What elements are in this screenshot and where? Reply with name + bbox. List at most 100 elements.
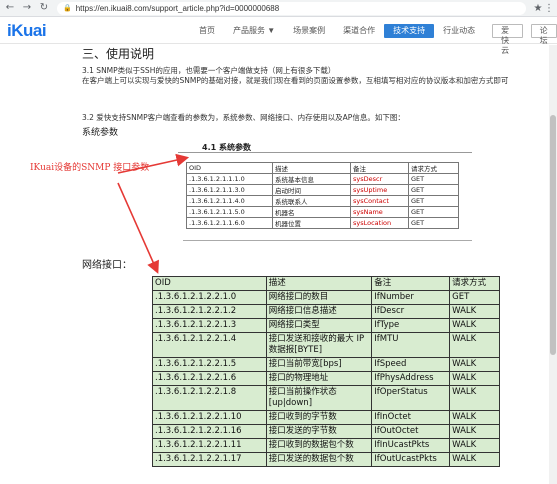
table-cell: WALK: [449, 371, 500, 386]
nav-item[interactable]: 技术支持: [384, 24, 435, 38]
doc-bottom-divider: [183, 240, 472, 241]
table-cell: 描述: [272, 162, 351, 174]
table-cell: .1.3.6.1.2.1.1.4.0: [186, 195, 273, 207]
article-content: 三、使用说明 3.1 SNMP类似于SSH的应用，也需要一个客户端做支持（网上有…: [0, 45, 557, 484]
table-row: .1.3.6.1.2.1.1.3.0 启动时间 sysUptime GET: [186, 184, 459, 196]
table-cell: .1.3.6.1.2.1.2.2.1.4: [152, 332, 267, 358]
paragraph-3-1-detail: 在客户端上可以实现与爱快的SNMP的基础对接，就是我们现在看到的页面设置参数，互…: [82, 76, 509, 85]
table-cell: IfInUcastPkts: [371, 438, 451, 453]
bookmark-star-icon[interactable]: ★: [532, 3, 544, 14]
nav-item[interactable]: 行业动态: [434, 24, 484, 38]
table-cell: .1.3.6.1.2.1.1.5.0: [186, 206, 273, 218]
page-scrollbar[interactable]: [549, 45, 557, 484]
table-row: .1.3.6.1.2.1.2.2.1.3 网络接口类型 IfType WALK: [152, 318, 500, 333]
forum-button[interactable]: 论坛: [530, 24, 557, 45]
table-cell: 备注: [350, 162, 409, 174]
table-cell: .1.3.6.1.2.1.2.2.1.5: [152, 357, 267, 372]
table-cell: .1.3.6.1.2.1.2.2.1.6: [152, 371, 267, 386]
table-cell: .1.3.6.1.2.1.1.3.0: [186, 184, 273, 196]
table-cell: WALK: [449, 452, 500, 467]
table-cell: 接口的物理地址: [265, 371, 373, 386]
table-cell: GET: [449, 290, 500, 305]
url-text: https://en.ikuai8.com/support_article.ph…: [75, 3, 280, 13]
table-cell: .1.3.6.1.2.1.2.2.1.0: [152, 290, 267, 305]
table-row: .1.3.6.1.2.1.2.2.1.0 网络接口的数目 IfNumber GET: [152, 290, 500, 305]
table-cell: .1.3.6.1.2.1.2.2.1.2: [152, 304, 267, 319]
nav-item[interactable]: 场景案例: [284, 24, 334, 38]
table-cell: IfInOctet: [371, 410, 451, 425]
scrollbar-thumb[interactable]: [550, 115, 556, 355]
table-cell: 备注: [371, 276, 451, 291]
table-row: .1.3.6.1.2.1.2.2.1.8 接口当前操作状态[up|down] IfO…: [152, 385, 500, 411]
reload-icon[interactable]: ↻: [37, 1, 51, 15]
table-cell: 机器位置: [272, 217, 351, 229]
nav-item[interactable]: 渠道合作: [334, 24, 384, 38]
table-row: .1.3.6.1.2.1.1.4.0 系统联系人 sysContact GET: [186, 195, 459, 207]
annotation-text: IKuai设备的SNMP 接口参数: [30, 163, 150, 173]
table-cell: 接口当前带宽[bps]: [265, 357, 373, 372]
table-cell: sysName: [350, 206, 409, 218]
table-cell: WALK: [449, 318, 500, 333]
table-cell: 接口发送的字节数: [265, 424, 373, 439]
table-cell: IfOutUcastPkts: [371, 452, 451, 467]
table-cell: IfType: [371, 318, 451, 333]
network-interface-table: OID 描述 备注 请求方式 .1.3.6.1.2.1.2.2.1.0 网络接口的数目 If…: [152, 276, 500, 467]
table-cell: 请求方式: [449, 276, 500, 291]
table-cell: GET: [408, 173, 459, 185]
site-logo[interactable]: iKuai: [7, 21, 47, 41]
table-cell: .1.3.6.1.2.1.1.6.0: [186, 217, 273, 229]
table-cell: 机器名: [272, 206, 351, 218]
table-cell: 接口收到的数据包个数: [265, 438, 373, 453]
network-interface-table-wrap: OID 描述 备注 请求方式 .1.3.6.1.2.1.2.2.1.0 网络接口的数目 If…: [152, 276, 500, 484]
table-cell: 接口发送和接收的最大 IP 数据报[BYTE]: [265, 332, 373, 358]
table-cell: .1.3.6.1.2.1.1.1.0: [186, 173, 273, 185]
table-row: .1.3.6.1.2.1.2.2.1.6 接口的物理地址 IfPhysAddress…: [152, 371, 500, 386]
table-cell: OID: [152, 276, 267, 291]
table-cell: .1.3.6.1.2.1.2.2.1.17: [152, 452, 267, 467]
table-cell: GET: [408, 195, 459, 207]
table-cell: IfPhysAddress: [371, 371, 451, 386]
table-cell: WALK: [449, 385, 500, 411]
table-cell: IfOutOctet: [371, 424, 451, 439]
table-cell: .1.3.6.1.2.1.2.2.1.8: [152, 385, 267, 411]
table-cell: GET: [408, 184, 459, 196]
table-cell: 接口当前操作状态[up|down]: [265, 385, 373, 411]
table-cell: sysLocation: [350, 217, 409, 229]
forward-icon[interactable]: →: [20, 1, 34, 15]
table-row: .1.3.6.1.2.1.2.2.1.11 接口收到的数据包个数 IfInUcast…: [152, 438, 500, 453]
table-cell: .1.3.6.1.2.1.2.2.1.3: [152, 318, 267, 333]
table-cell: 接口收到的字节数: [265, 410, 373, 425]
table-cell: 网络接口类型: [265, 318, 373, 333]
address-bar[interactable]: 🔒 https://en.ikuai8.com/support_article.…: [57, 1, 526, 15]
table-cell: sysUptime: [350, 184, 409, 196]
system-params-image: 4.1 系统参数 OID 描述 备注 请求方式 .1.3.6.1.2.1.1.1.0 系统…: [178, 140, 472, 248]
table-cell: 描述: [265, 276, 373, 291]
nav-item[interactable]: 产品服务 ▼: [224, 24, 284, 38]
table-cell: OID: [186, 162, 273, 174]
table-cell: IfOperStatus: [371, 385, 451, 411]
table-row: .1.3.6.1.2.1.1.1.0 系统基本信息 sysDescr GET: [186, 173, 459, 185]
table-cell: 系统基本信息: [272, 173, 351, 185]
table-cell: IfMTU: [371, 332, 451, 358]
table-row: .1.3.6.1.2.1.2.2.1.2 网络接口信息描述 IfDescr WALK: [152, 304, 500, 319]
table-cell: WALK: [449, 332, 500, 358]
table-header-row: OID 描述 备注 请求方式: [152, 276, 500, 291]
nav-item[interactable]: 首页: [190, 24, 224, 38]
ikuai-cloud-button[interactable]: 爱快云: [492, 24, 523, 55]
back-icon[interactable]: ←: [3, 1, 17, 15]
table-cell: WALK: [449, 438, 500, 453]
doc-divider: [178, 152, 472, 153]
table-row: .1.3.6.1.2.1.2.2.1.10 接口收到的字节数 IfInOctet WA…: [152, 410, 500, 425]
network-interface-label: 网络接口：: [82, 260, 132, 271]
table-cell: IfDescr: [371, 304, 451, 319]
table-cell: sysDescr: [350, 173, 409, 185]
paragraph-3-2: 3.2 爱快支持SNMP客户端查看的参数为，系统参数、网络接口、内存使用以及AP…: [82, 113, 405, 122]
section-title: 三、使用说明: [82, 47, 155, 61]
table-cell: .1.3.6.1.2.1.2.2.1.11: [152, 438, 267, 453]
system-params-label: 系统参数: [82, 128, 119, 138]
table-row: .1.3.6.1.2.1.2.2.1.5 接口当前带宽[bps] IfSpeed WA…: [152, 357, 500, 372]
table-cell: IfNumber: [371, 290, 451, 305]
browser-menu-icon[interactable]: ⋮: [544, 3, 554, 14]
table-cell: WALK: [449, 357, 500, 372]
table-row: .1.3.6.1.2.1.2.2.1.17 接口发送的数据包个数 IfOutUcas…: [152, 452, 500, 467]
